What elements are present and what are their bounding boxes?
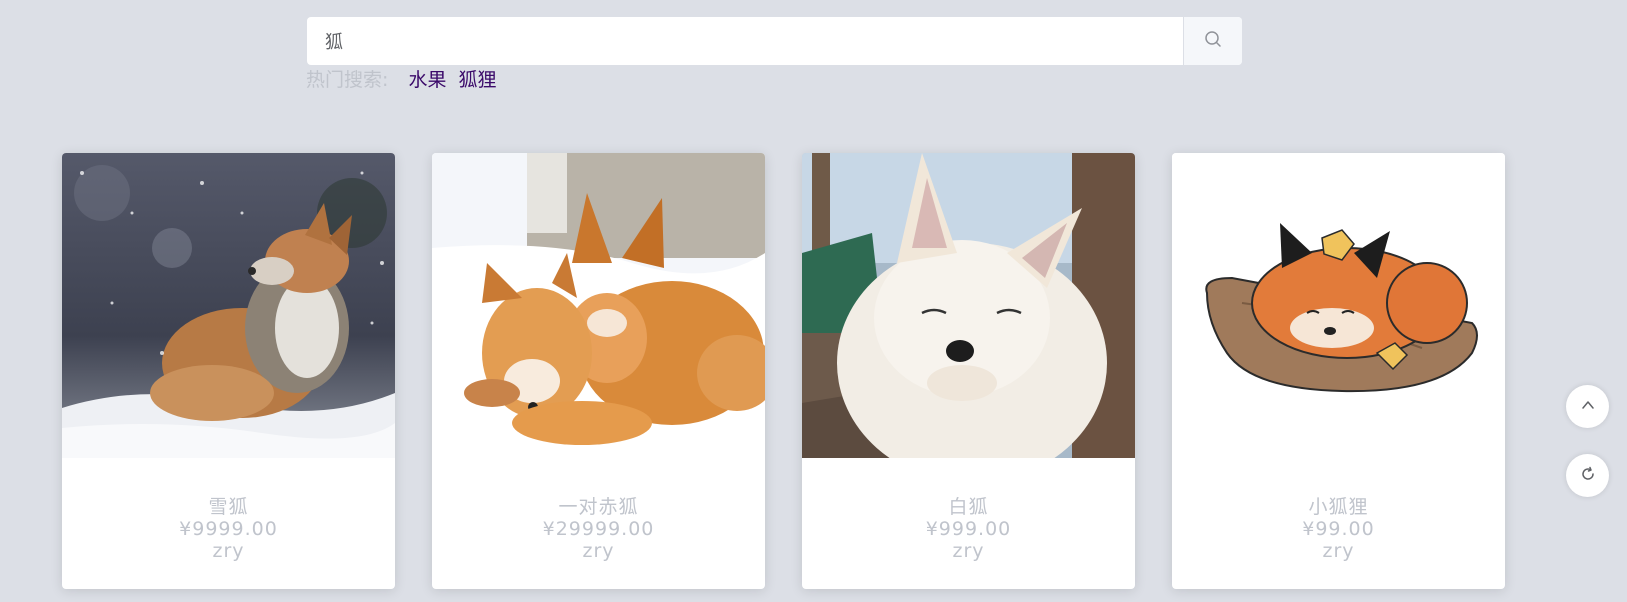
product-card[interactable]: 白狐 ¥999.00 zry <box>802 153 1135 589</box>
product-image-snow-fox[interactable] <box>62 153 395 458</box>
product-name: 小狐狸 <box>1308 496 1369 518</box>
product-card[interactable]: 雪狐 ¥9999.00 zry <box>62 153 395 589</box>
product-seller: zry <box>952 540 985 562</box>
product-name: 白狐 <box>948 496 989 518</box>
search-button[interactable] <box>1183 17 1242 65</box>
product-card[interactable]: 小狐狸 ¥99.00 zry <box>1172 153 1505 589</box>
refresh-button[interactable] <box>1566 454 1609 497</box>
back-to-top-button[interactable] <box>1566 385 1609 428</box>
product-card[interactable]: 一对赤狐 ¥29999.00 zry <box>432 153 765 589</box>
product-name: 雪狐 <box>208 496 249 518</box>
product-info: 一对赤狐 ¥29999.00 zry <box>432 458 765 562</box>
product-image-white-fox[interactable] <box>802 153 1135 458</box>
hot-search-label: 热门搜索: <box>306 69 389 91</box>
product-price: ¥9999.00 <box>179 518 278 540</box>
search-icon <box>1204 30 1222 52</box>
product-name: 一对赤狐 <box>558 496 639 518</box>
product-info: 小狐狸 ¥99.00 zry <box>1172 458 1505 562</box>
product-image-little-fox[interactable] <box>1172 153 1505 458</box>
hot-search-link-fruit[interactable]: 水果 <box>408 69 446 91</box>
search-input[interactable] <box>307 17 1183 65</box>
search-bar <box>307 17 1242 65</box>
product-seller: zry <box>212 540 245 562</box>
page: 热门搜索: 水果 狐狸 <box>0 0 1627 602</box>
refresh-icon <box>1580 466 1596 486</box>
product-price: ¥99.00 <box>1302 518 1375 540</box>
product-price: ¥999.00 <box>925 518 1012 540</box>
hot-search-link-fox[interactable]: 狐狸 <box>459 69 497 91</box>
product-image-red-fox-pair[interactable] <box>432 153 765 458</box>
product-seller: zry <box>582 540 615 562</box>
hot-search: 热门搜索: 水果 狐狸 <box>306 66 503 94</box>
product-info: 白狐 ¥999.00 zry <box>802 458 1135 562</box>
product-info: 雪狐 ¥9999.00 zry <box>62 458 395 562</box>
chevron-up-icon <box>1580 397 1596 417</box>
product-price: ¥29999.00 <box>542 518 655 540</box>
product-seller: zry <box>1322 540 1355 562</box>
